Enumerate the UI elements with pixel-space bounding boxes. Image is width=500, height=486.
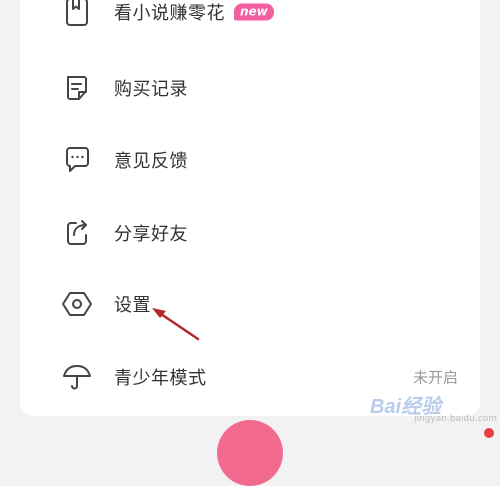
menu-item-read-novels-earn[interactable]: 看小说赚零花 new (20, 0, 480, 40)
menu-item-purchase-history[interactable]: 购买记录 (20, 60, 480, 116)
settings-hexagon-icon (60, 287, 94, 321)
notification-dot (484, 428, 494, 438)
teen-mode-status: 未开启 (412, 368, 458, 387)
menu-item-label: 青少年模式 (114, 368, 207, 389)
menu-item-share-friends[interactable]: 分享好友 (20, 205, 480, 261)
menu-item-label: 看小说赚零花 (114, 3, 225, 24)
feedback-chat-icon (60, 143, 94, 177)
menu-item-label: 分享好友 (114, 224, 188, 245)
share-icon (60, 216, 94, 250)
purchase-record-icon (60, 71, 94, 105)
menu-item-settings[interactable]: 设置 (20, 276, 480, 332)
bookmark-book-icon (60, 0, 94, 29)
watermark: Bai经验 jingyan.baidu.com (370, 386, 497, 426)
new-badge: new (234, 3, 274, 21)
menu-item-label: 意见反馈 (114, 151, 188, 172)
menu-item-label: 设置 (114, 295, 151, 316)
menu-item-label: 购买记录 (114, 79, 188, 100)
bottom-center-button[interactable] (217, 420, 283, 486)
watermark-sub: jingyan.baidu.com (414, 414, 498, 424)
umbrella-icon (60, 360, 94, 394)
menu-item-feedback[interactable]: 意见反馈 (20, 132, 480, 188)
